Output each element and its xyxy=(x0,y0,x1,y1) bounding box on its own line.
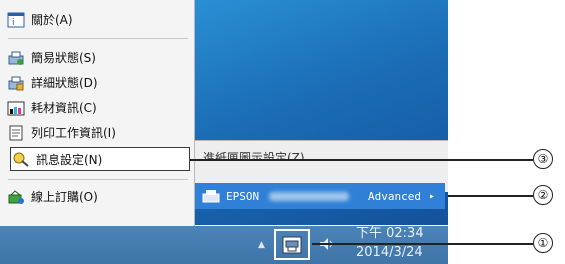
callout-line-3 xyxy=(190,159,533,161)
callout-badge-1: ① xyxy=(533,233,553,253)
clock-date: 2014/3/24 xyxy=(356,245,423,260)
callout-badge-3: ③ xyxy=(533,149,553,169)
show-hidden-icons-button[interactable]: ▲ xyxy=(258,240,265,250)
menu-item-detail-status[interactable]: 詳細狀態(D) xyxy=(6,72,98,93)
search-settings-icon xyxy=(11,150,31,168)
menu-item-online-order[interactable]: 線上訂購(O) xyxy=(6,186,98,207)
callout-line-2 xyxy=(448,195,533,197)
menu-item-message-settings-label: 訊息設定(N) xyxy=(36,152,103,167)
menu-item-online-order-label: 線上訂購(O) xyxy=(31,190,98,204)
printer-menu-item[interactable]: EPSON Advanced ▸ xyxy=(195,183,445,209)
context-menu: i 關於(A) 簡易狀態(S) 詳細狀態(D) 耗材資訊(C) 列印工作資訊(I… xyxy=(0,0,195,226)
menu-item-about-label: 關於(A) xyxy=(31,13,73,27)
menu-divider xyxy=(8,38,188,39)
printer-status-icon xyxy=(6,49,26,67)
shop-icon xyxy=(6,188,26,206)
printer-tray-icon xyxy=(282,236,302,253)
printer-icon xyxy=(202,189,220,203)
ink-icon xyxy=(6,99,26,117)
menu-item-simple-status[interactable]: 簡易狀態(S) xyxy=(6,47,96,68)
menu-item-simple-status-label: 簡易狀態(S) xyxy=(31,51,96,65)
menu-item-supplies-label: 耗材資訊(C) xyxy=(31,101,97,115)
printer-model-redacted xyxy=(269,191,350,201)
clock-time: 下午 02:34 xyxy=(356,226,424,241)
menu-item-message-settings[interactable]: 訊息設定(N) xyxy=(10,147,190,171)
submenu-arrow-icon: ▸ xyxy=(428,190,435,202)
menu-item-print-jobs[interactable]: 列印工作資訊(I) xyxy=(6,122,116,143)
menu-divider xyxy=(8,179,188,180)
submenu-item-tray-settings[interactable]: 進紙匣圖示設定(Z) xyxy=(203,147,305,159)
callout-line-1 xyxy=(312,243,533,245)
printer-name-suffix: Advanced xyxy=(367,189,421,203)
info-window-icon: i xyxy=(6,11,26,29)
menu-item-supplies[interactable]: 耗材資訊(C) xyxy=(6,97,97,118)
printer-detail-icon xyxy=(6,74,26,92)
printer-name-prefix: EPSON xyxy=(226,189,260,203)
svg-text:i: i xyxy=(12,18,15,28)
document-icon xyxy=(6,124,26,142)
menu-item-print-jobs-label: 列印工作資訊(I) xyxy=(31,126,116,140)
callout-badge-2: ② xyxy=(533,185,553,205)
epson-status-tray-icon[interactable] xyxy=(274,229,310,260)
submenu: 進紙匣圖示設定(Z) EPSON Advanced ▸ xyxy=(195,140,448,209)
menu-item-about[interactable]: i 關於(A) xyxy=(6,9,73,30)
menu-item-detail-status-label: 詳細狀態(D) xyxy=(31,76,98,90)
screen: i 關於(A) 簡易狀態(S) 詳細狀態(D) 耗材資訊(C) 列印工作資訊(I… xyxy=(0,0,565,264)
